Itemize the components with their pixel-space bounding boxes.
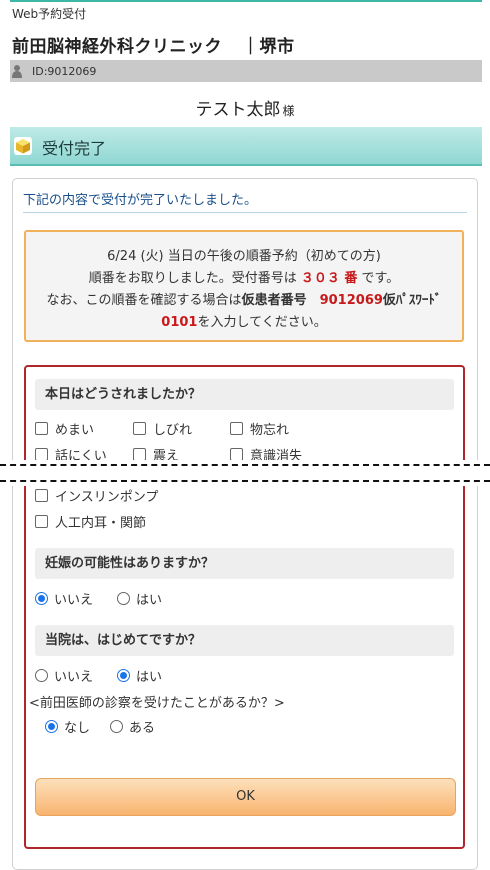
- checkbox-numbness[interactable]: [133, 422, 146, 435]
- option-label: インスリンポンプ: [55, 490, 159, 505]
- person-icon: [12, 65, 22, 78]
- notice-text: です。: [357, 271, 400, 286]
- temp-password-label: 仮ﾊﾟｽﾜｰﾄﾞ: [382, 293, 442, 308]
- option-label: はい: [136, 670, 163, 685]
- radio-seen-doctor-none[interactable]: [45, 720, 58, 733]
- patient-id: ID:9012069: [32, 65, 97, 78]
- checkbox-insulin-pump[interactable]: [35, 489, 48, 502]
- radio-pregnancy-no[interactable]: [35, 592, 48, 605]
- patient-id-bar: ID:9012069: [10, 60, 482, 82]
- option-label: いいえ: [54, 593, 94, 608]
- dashed-line-top: [0, 464, 490, 466]
- questionnaire-form: 本日はどうされましたか？ めまい しびれ 物忘れ 話にくい 震え 意識消失 イン…: [24, 365, 465, 849]
- sub-question: <前田医師の診察を受けたことがあるか？>: [29, 696, 285, 711]
- question-symptoms: 本日はどうされましたか？: [35, 379, 454, 410]
- completion-message: 下記の内容で受付が完了いたしました。: [23, 189, 467, 213]
- patient-name-text: テスト太郎: [195, 100, 281, 120]
- radio-seen-doctor-yes[interactable]: [110, 720, 123, 733]
- radio-first-visit-yes[interactable]: [117, 669, 130, 682]
- option-label: いいえ: [54, 670, 94, 685]
- ok-button[interactable]: OK: [35, 778, 456, 816]
- checkbox-dizziness[interactable]: [35, 422, 48, 435]
- radio-first-visit-no[interactable]: [35, 669, 48, 682]
- temp-patient-number: 9012069: [319, 293, 383, 308]
- notice-line-2: 順番をお取りしました。受付番号は ３０３ 番 です。: [26, 268, 462, 290]
- screenshot-tear-separator: [0, 460, 490, 486]
- option-label: ある: [129, 721, 156, 736]
- option-label: しびれ: [153, 423, 193, 438]
- queue-number: ３０３ 番: [300, 271, 358, 286]
- option-label: 人工内耳・関節: [55, 516, 147, 531]
- option-label: なし: [64, 721, 91, 736]
- dashed-line-bottom: [0, 480, 490, 482]
- clinic-name: 前田脳神経外科クリニック: [12, 37, 222, 57]
- breadcrumb: Web予約受付: [12, 7, 87, 21]
- reservation-notice: 6/24 (火) 当日の午後の順番予約（初めての方) 順番をお取りしました。受付…: [24, 230, 464, 342]
- question-first-visit: 当院は、はじめてですか？: [35, 625, 454, 656]
- notice-line-4: 0101を入力してください。: [26, 312, 462, 334]
- temp-patient-number-label: 仮患者番号: [241, 293, 307, 308]
- honorific-suffix: 様: [282, 104, 295, 118]
- option-label: はい: [136, 593, 163, 608]
- top-accent-line: [10, 0, 482, 2]
- notice-text: 順番をお取りしました。受付番号は: [88, 271, 301, 286]
- patient-name: テスト太郎様: [0, 95, 490, 120]
- checkbox-cochlear-implant[interactable]: [35, 515, 48, 528]
- checkbox-forgetfulness[interactable]: [230, 422, 243, 435]
- section-header: 受付完了: [10, 127, 482, 166]
- cube-icon: [14, 137, 32, 155]
- result-card: 下記の内容で受付が完了いたしました。 6/24 (火) 当日の午後の順番予約（初…: [12, 178, 478, 870]
- clinic-title: 前田脳神経外科クリニック ｜堺市: [12, 32, 295, 57]
- clinic-location: ｜堺市: [242, 37, 295, 57]
- notice-line-3: なお、この順番を確認する場合は仮患者番号 9012069仮ﾊﾟｽﾜｰﾄﾞ: [26, 290, 462, 312]
- notice-text: なお、この順番を確認する場合は: [46, 293, 242, 308]
- question-pregnancy: 妊娠の可能性はありますか？: [35, 548, 454, 579]
- option-label: めまい: [55, 423, 95, 438]
- notice-line-1: 6/24 (火) 当日の午後の順番予約（初めての方): [107, 249, 381, 264]
- option-label: 物忘れ: [250, 423, 290, 438]
- notice-text: を入力してください。: [197, 315, 327, 330]
- section-title: 受付完了: [42, 139, 107, 158]
- radio-pregnancy-yes[interactable]: [117, 592, 130, 605]
- temp-password: 0101: [161, 315, 198, 330]
